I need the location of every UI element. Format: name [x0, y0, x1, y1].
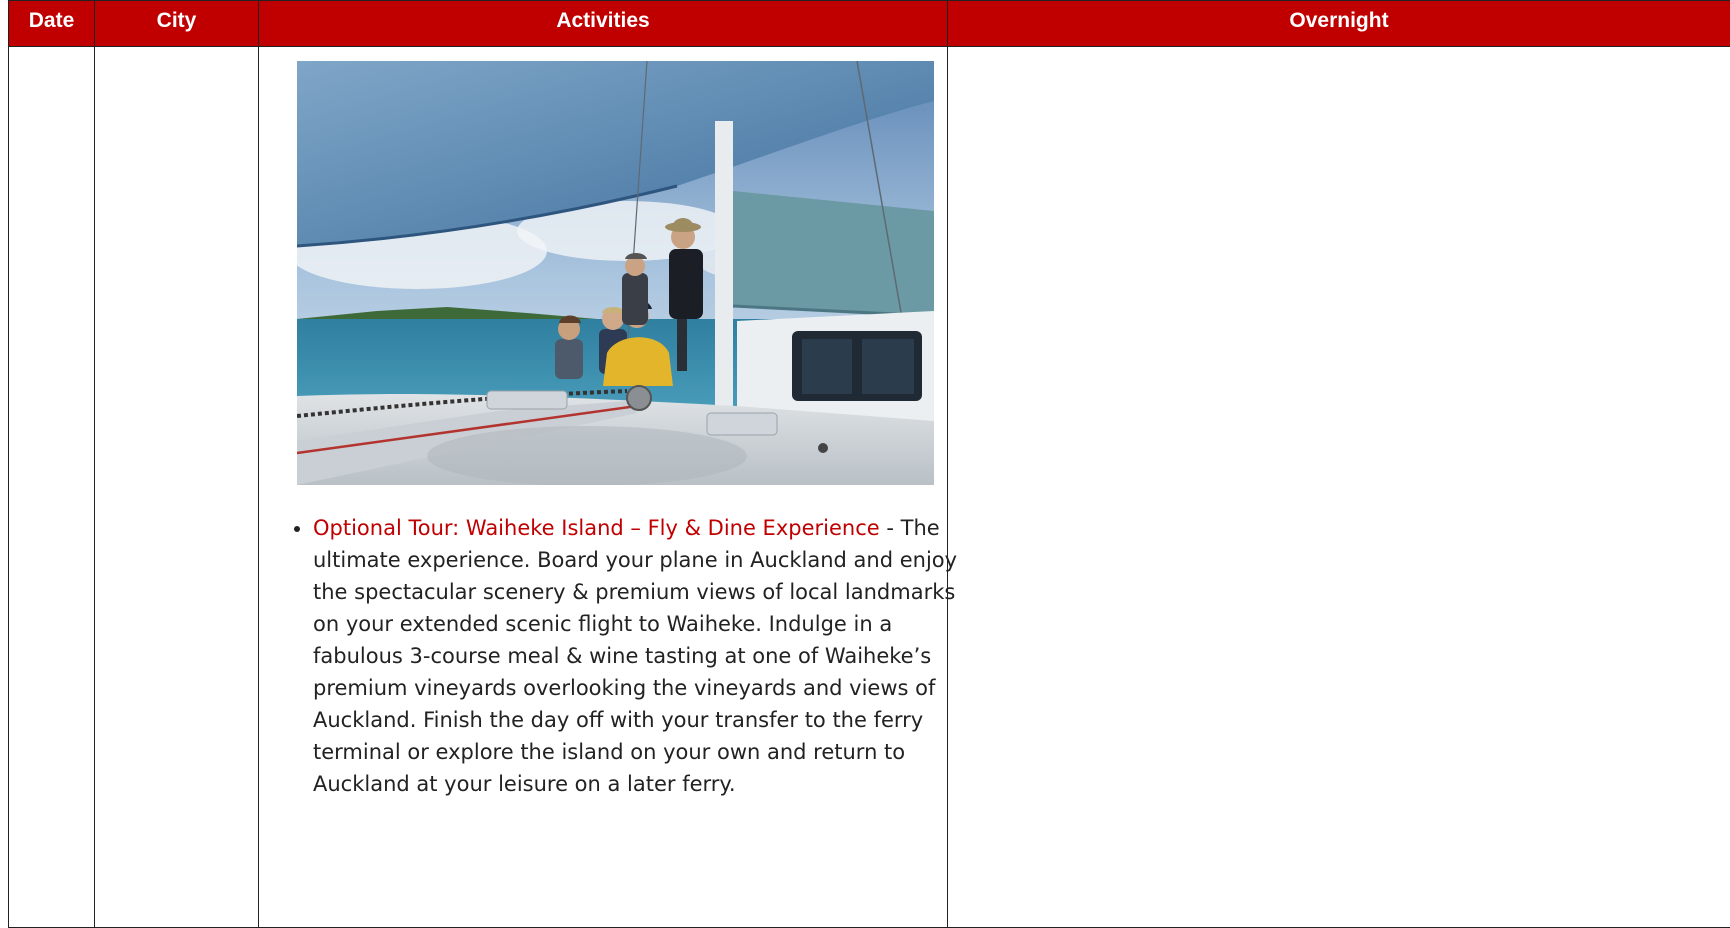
- list-item: Optional Tour: Waiheke Island – Fly & Di…: [313, 512, 971, 800]
- table-row: Optional Tour: Waiheke Island – Fly & Di…: [8, 46, 1730, 928]
- header-overnight: Overnight: [947, 0, 1730, 47]
- title-separator: -: [879, 516, 894, 540]
- tour-title-link[interactable]: Optional Tour: Waiheke Island – Fly & Di…: [313, 516, 880, 540]
- header-date: Date: [8, 0, 95, 47]
- table-header-row: Date City Activities Overnight: [8, 0, 1730, 47]
- activities-cell: Optional Tour: Waiheke Island – Fly & Di…: [258, 46, 957, 928]
- itinerary-table: Date City Activities Overnight • Optiona…: [8, 0, 1730, 928]
- header-city: City: [94, 0, 259, 47]
- header-activities: Activities: [258, 0, 948, 47]
- sailing-catamaran-photo: [297, 61, 934, 485]
- tour-list: Optional Tour: Waiheke Island – Fly & Di…: [291, 512, 971, 800]
- tour-description-text: The ultimate experience. Board your plan…: [313, 516, 958, 796]
- overnight-cell: [947, 46, 1730, 928]
- tour-description: Optional Tour: Waiheke Island – Fly & Di…: [291, 512, 971, 800]
- date-cell: [8, 46, 95, 928]
- city-cell: [94, 46, 259, 928]
